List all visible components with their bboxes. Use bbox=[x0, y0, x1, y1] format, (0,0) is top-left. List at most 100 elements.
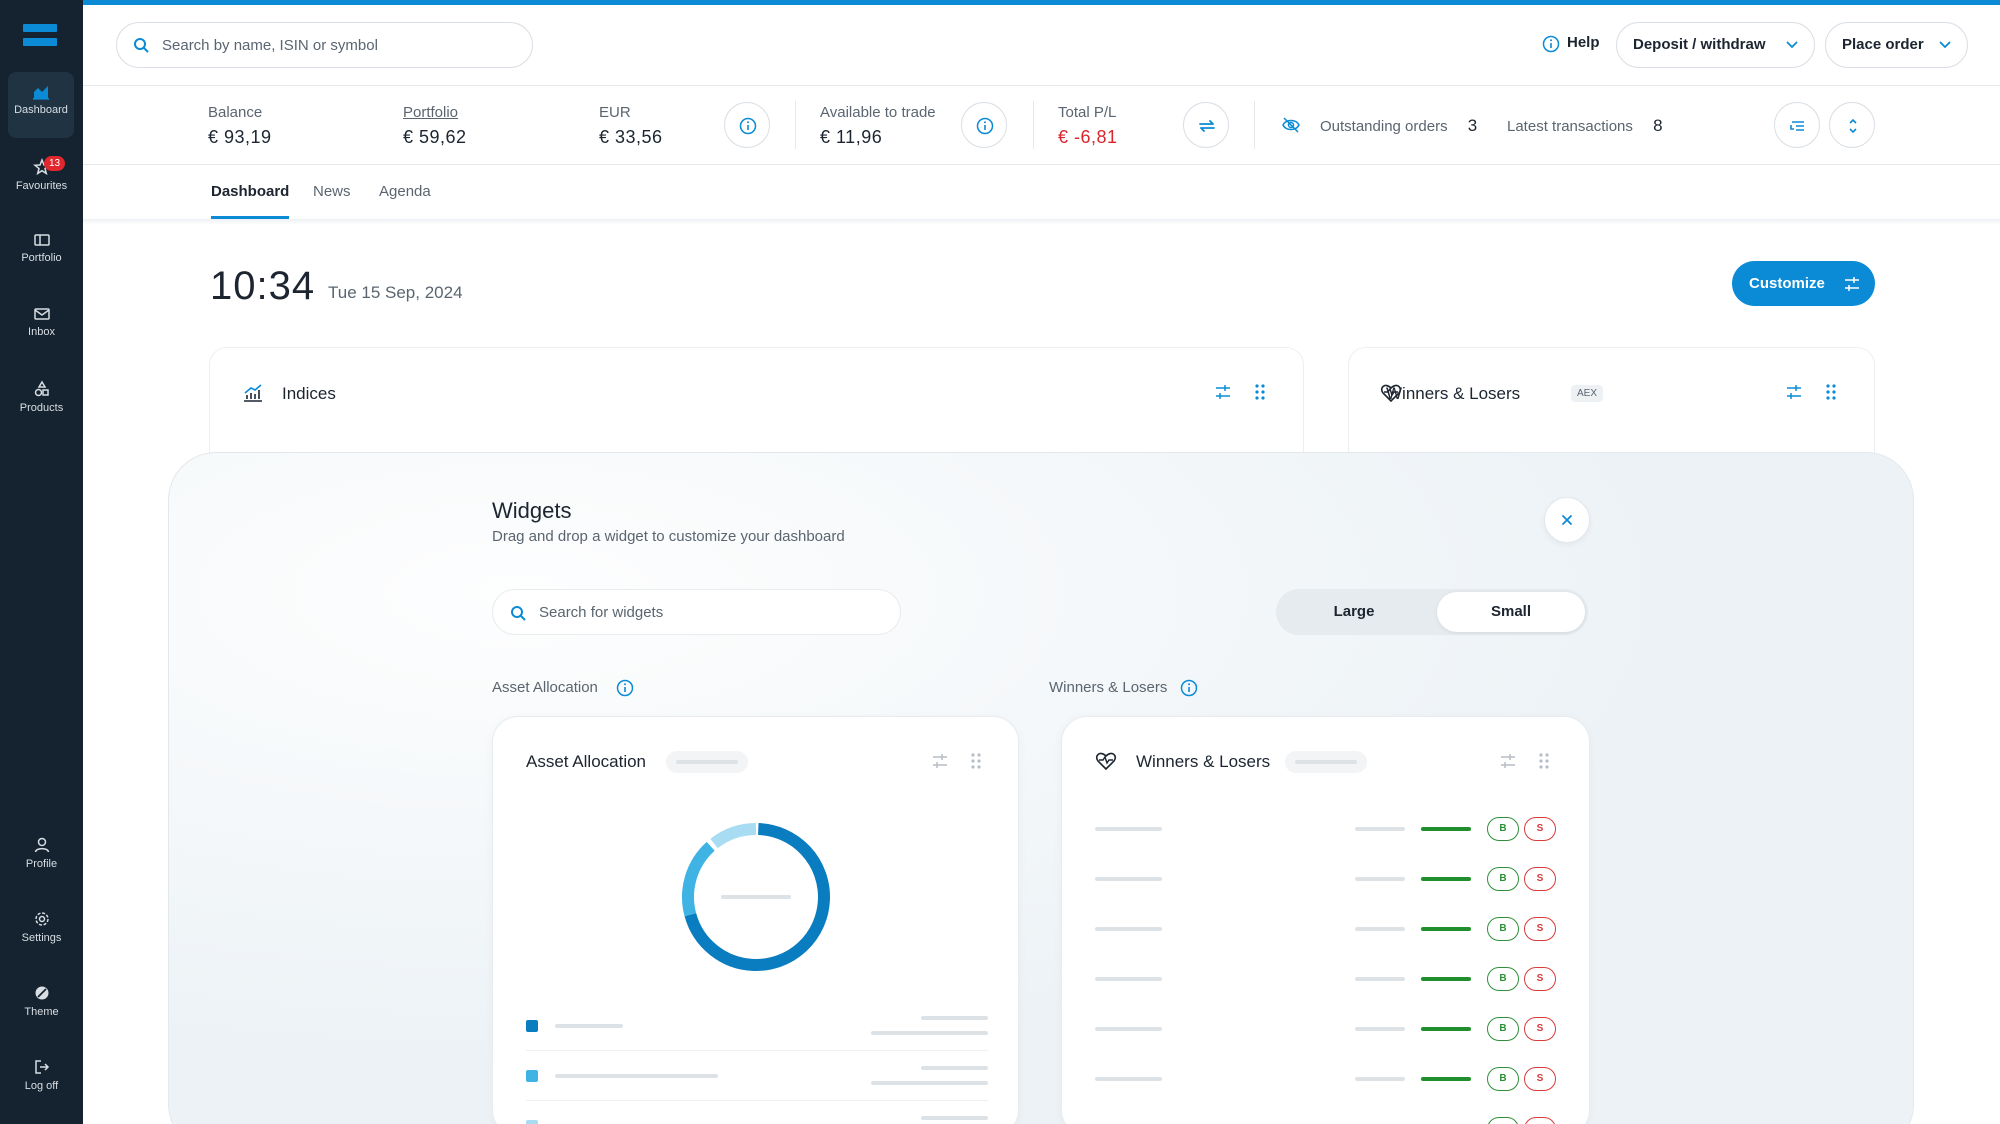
eur-info-button[interactable] bbox=[724, 102, 770, 148]
placeholder-line bbox=[555, 1024, 623, 1028]
tab-dashboard[interactable]: Dashboard bbox=[211, 183, 289, 200]
size-option-small[interactable]: Small bbox=[1437, 592, 1585, 632]
sidebar-item-label: Portfolio bbox=[21, 252, 62, 264]
drag-handle-icon[interactable] bbox=[1826, 384, 1836, 400]
clock-date: Tue 15 Sep, 2024 bbox=[328, 283, 463, 302]
header-divider bbox=[83, 85, 2000, 86]
heart-pulse-icon bbox=[1095, 752, 1117, 771]
expand-button[interactable] bbox=[1829, 102, 1875, 148]
swap-button[interactable] bbox=[1183, 102, 1229, 148]
sidebar-item-profile[interactable]: Profile bbox=[0, 824, 83, 890]
inbox-icon bbox=[33, 308, 50, 320]
winners-losers-widget[interactable]: Winners & Losers BS BS BS BS BS BS BS bbox=[1061, 716, 1590, 1124]
placeholder-line bbox=[555, 1074, 718, 1078]
outstanding-orders[interactable]: Outstanding orders 3 bbox=[1320, 116, 1477, 136]
sidebar-item-label: Settings bbox=[21, 932, 62, 944]
outstanding-count: 3 bbox=[1467, 116, 1478, 135]
chevron-down-icon bbox=[1939, 41, 1951, 49]
outstanding-label: Outstanding orders bbox=[1320, 118, 1448, 135]
row-divider bbox=[526, 1100, 988, 1101]
widget-search-input[interactable]: Search for widgets bbox=[492, 589, 901, 635]
eye-off-icon[interactable] bbox=[1281, 115, 1301, 135]
balance-label: Balance bbox=[208, 104, 263, 121]
sidebar-item-inbox[interactable]: Inbox bbox=[0, 294, 83, 360]
sliders-icon bbox=[1501, 754, 1515, 768]
sidebar-item-theme[interactable]: Theme bbox=[0, 972, 83, 1038]
buy-button: B bbox=[1487, 817, 1519, 841]
sidebar-item-portfolio[interactable]: Portfolio bbox=[0, 220, 83, 286]
customize-label: Customize bbox=[1749, 275, 1825, 292]
indices-title: Indices bbox=[282, 384, 336, 403]
place-order-label: Place order bbox=[1842, 36, 1924, 53]
sell-button: S bbox=[1524, 867, 1556, 891]
sidebar-item-logoff[interactable]: Log off bbox=[0, 1046, 83, 1112]
search-input[interactable]: Search by name, ISIN or symbol bbox=[116, 22, 533, 68]
eur-value: € 33,56 bbox=[599, 127, 663, 147]
placeholder-line bbox=[1295, 760, 1357, 764]
info-icon[interactable] bbox=[616, 679, 634, 697]
latest-label: Latest transactions bbox=[1507, 118, 1633, 135]
asset-widget-title: Asset Allocation bbox=[526, 752, 647, 771]
sidebar-item-label: Dashboard bbox=[14, 104, 68, 116]
portfolio-value: € 59,62 bbox=[403, 127, 467, 147]
sidebar-item-favourites[interactable]: 13 Favourites bbox=[0, 146, 83, 212]
portfolio-icon bbox=[33, 234, 50, 246]
available-label: Available to trade bbox=[820, 104, 936, 121]
products-icon bbox=[34, 380, 49, 397]
transactions-list-button[interactable] bbox=[1774, 102, 1820, 148]
sidebar-item-label: Products bbox=[19, 402, 64, 414]
sidebar-item-products[interactable]: Products bbox=[0, 368, 83, 434]
customize-button[interactable]: Customize bbox=[1732, 261, 1875, 306]
section-label: Asset Allocation bbox=[492, 679, 598, 696]
sliders-icon bbox=[933, 754, 947, 768]
search-icon bbox=[511, 606, 526, 621]
chart-icon bbox=[244, 384, 262, 402]
drag-handle-icon bbox=[1539, 753, 1549, 769]
latest-count: 8 bbox=[1653, 116, 1663, 135]
help-button[interactable]: Help bbox=[1542, 34, 1600, 53]
portfolio-stat[interactable]: Portfolio € 59,62 bbox=[403, 104, 467, 148]
buy-button: B bbox=[1487, 917, 1519, 941]
buy-button: B bbox=[1487, 1117, 1519, 1124]
size-option-large[interactable]: Large bbox=[1280, 592, 1428, 632]
portfolio-link[interactable]: Portfolio bbox=[403, 104, 467, 121]
sidebar-item-dashboard[interactable]: Dashboard bbox=[8, 72, 74, 138]
search-placeholder: Search by name, ISIN or symbol bbox=[162, 37, 378, 54]
total-pl-value: € -6,81 bbox=[1058, 127, 1118, 147]
close-button[interactable] bbox=[1544, 497, 1590, 543]
total-pl-label: Total P/L bbox=[1058, 104, 1117, 121]
deposit-label: Deposit / withdraw bbox=[1633, 36, 1766, 53]
legend-swatch bbox=[526, 1070, 538, 1082]
drag-handle-icon[interactable] bbox=[1255, 384, 1265, 400]
sidebar-item-settings[interactable]: Settings bbox=[0, 898, 83, 964]
theme-icon bbox=[35, 986, 48, 1000]
logo-icon[interactable] bbox=[23, 24, 57, 46]
swap-arrows-icon bbox=[1199, 120, 1215, 132]
logout-icon bbox=[34, 1060, 49, 1074]
user-icon bbox=[34, 837, 49, 853]
widget-search-placeholder: Search for widgets bbox=[539, 604, 664, 621]
placeholder-line bbox=[921, 1066, 988, 1070]
info-icon[interactable] bbox=[1180, 679, 1198, 697]
buy-button: B bbox=[1487, 867, 1519, 891]
asset-allocation-widget[interactable]: Asset Allocation bbox=[492, 716, 1019, 1124]
list-icon bbox=[1790, 121, 1804, 131]
total-pl-stat: Total P/L € -6,81 bbox=[1058, 104, 1118, 148]
gear-icon bbox=[34, 912, 49, 926]
sidebar: Dashboard 13 Favourites Portfolio Inbox … bbox=[0, 0, 83, 1124]
available-info-button[interactable] bbox=[961, 102, 1007, 148]
place-order-button[interactable]: Place order bbox=[1825, 22, 1968, 68]
winners-widget-title: Winners & Losers bbox=[1136, 752, 1271, 771]
deposit-withdraw-button[interactable]: Deposit / withdraw bbox=[1616, 22, 1815, 68]
latest-transactions[interactable]: Latest transactions 8 bbox=[1507, 116, 1663, 136]
expand-icon bbox=[1849, 118, 1857, 134]
tab-agenda[interactable]: Agenda bbox=[379, 183, 431, 200]
sell-button: S bbox=[1524, 917, 1556, 941]
tab-news[interactable]: News bbox=[313, 183, 351, 200]
exchange-tag: AEX bbox=[1571, 385, 1604, 402]
sliders-icon[interactable] bbox=[1785, 384, 1803, 400]
section-winners-losers: Winners & Losers bbox=[1049, 679, 1198, 697]
sell-button: S bbox=[1524, 967, 1556, 991]
sliders-icon[interactable] bbox=[1214, 384, 1232, 400]
legend-swatch bbox=[526, 1120, 538, 1124]
